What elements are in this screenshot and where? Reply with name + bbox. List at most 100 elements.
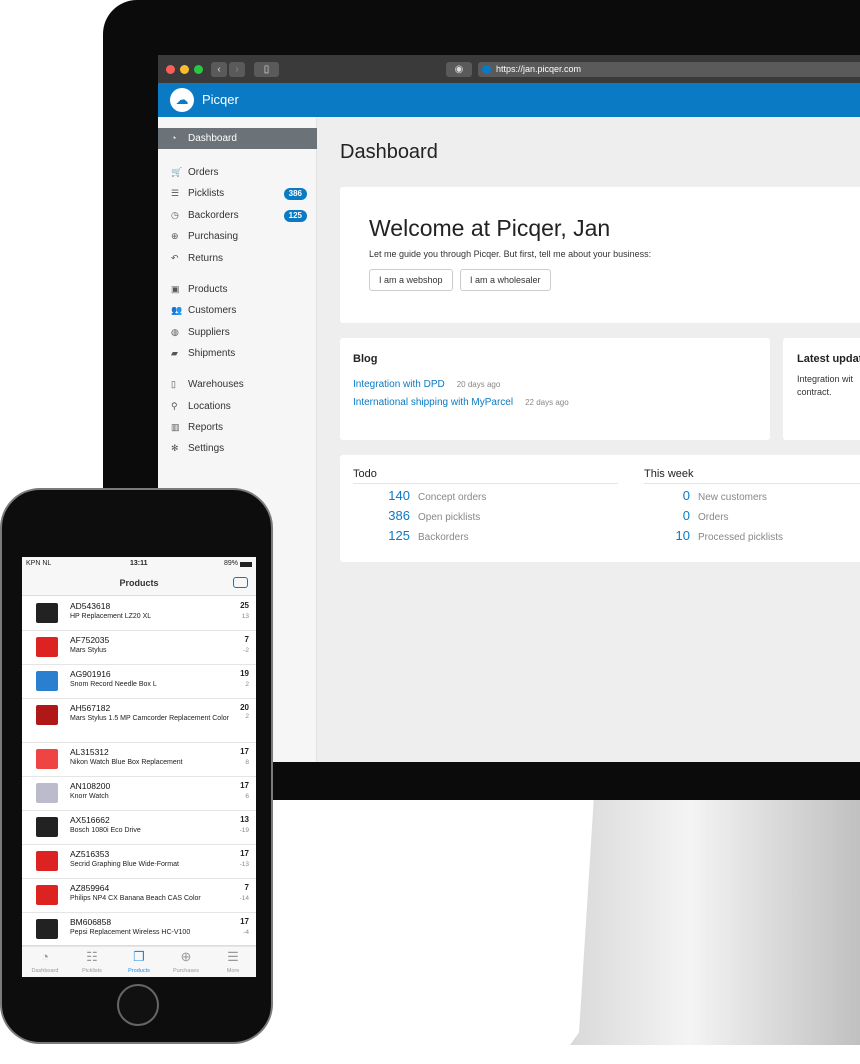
- product-free-stock: -2: [243, 647, 249, 654]
- webshop-button[interactable]: I am a webshop: [369, 269, 453, 291]
- sidebar-item-reports[interactable]: ▥ Reports: [158, 417, 317, 438]
- image-icon: ▣: [171, 284, 180, 294]
- latest-updates-card: Latest updat Integration wit contract.: [783, 338, 860, 440]
- sidebar-item-backorders[interactable]: ◷ Backorders 125: [158, 205, 317, 226]
- picqer-logo-icon[interactable]: ☁: [170, 88, 194, 112]
- sidebar-item-orders[interactable]: 🛒 Orders: [158, 162, 317, 183]
- battery-icon: [240, 562, 252, 567]
- tab-label: More: [226, 968, 240, 974]
- tab-dashboard[interactable]: ◔ Dashboard: [22, 946, 68, 974]
- count-badge: 125: [283, 210, 307, 222]
- sidebar-item-dashboard[interactable]: ◔ Dashboard: [158, 128, 317, 149]
- clock: 13:11: [130, 560, 148, 567]
- product-thumbnail: [36, 603, 58, 623]
- product-stock: 17: [240, 747, 249, 756]
- sidebar-item-label: Warehouses: [188, 379, 244, 390]
- blog-post: Integration with DPD 20 days ago: [353, 374, 500, 392]
- product-row[interactable]: AZ859964 Philips NP4 CX Banana Beach CAS …: [22, 879, 256, 913]
- blog-title: Blog: [353, 353, 378, 365]
- product-stock: 17: [240, 781, 249, 790]
- product-stock: 7: [244, 883, 249, 892]
- tab-purchases[interactable]: ⊕ Purchases: [163, 946, 209, 974]
- product-row[interactable]: AZ516353 Secrid Graphing Blue Wide-Format…: [22, 845, 256, 879]
- product-free-stock: 2: [245, 713, 249, 720]
- blog-post-age: 20 days ago: [456, 380, 501, 389]
- sidebar-item-picklists[interactable]: ☰ Picklists 386: [158, 183, 317, 204]
- product-thumbnail: [36, 705, 58, 725]
- phone-screen: KPN NL 13:11 89% Products ◔ Dashboard ☷ Pic…: [22, 557, 256, 977]
- sidebar-item-returns[interactable]: ↶ Returns: [158, 248, 317, 269]
- product-row[interactable]: AF752035 Mars Stylus 7 -2: [22, 631, 256, 665]
- stat-item[interactable]: 0 New customers: [630, 488, 860, 508]
- stat-item[interactable]: 10 Processed picklists: [630, 528, 860, 548]
- password-icon[interactable]: ◉: [446, 62, 472, 77]
- product-name: Philips NP4 CX Banana Beach CAS Color: [70, 895, 201, 902]
- sidebar-item-label: Backorders: [188, 210, 239, 221]
- phone: KPN NL 13:11 89% Products ◔ Dashboard ☷ Pic…: [0, 488, 273, 1044]
- stat-item[interactable]: 125 Backorders: [350, 528, 600, 548]
- product-row[interactable]: AD543618 HP Replacement LZ20 XL 25 13: [22, 597, 256, 631]
- welcome-card: Welcome at Picqer, Jan Let me guide you …: [340, 187, 860, 323]
- forward-button[interactable]: ›: [229, 62, 245, 77]
- tab-label: Products: [128, 968, 150, 974]
- sidebar-item-products[interactable]: ▣ Products: [158, 279, 317, 300]
- sidebar-item-settings[interactable]: ✻ Settings: [158, 438, 317, 459]
- tab-products[interactable]: ❐ Products: [116, 946, 162, 974]
- product-sku: AH567182: [70, 703, 111, 713]
- product-name: Secrid Graphing Blue Wide-Format: [70, 861, 179, 868]
- product-thumbnail: [36, 783, 58, 803]
- stat-label: Processed picklists: [698, 532, 784, 543]
- product-row[interactable]: AH567182 Mars Stylus 1.5 MP Camcorder Rep…: [22, 699, 256, 743]
- stat-item[interactable]: 386 Open picklists: [350, 508, 600, 528]
- sidebar-item-warehouses[interactable]: ▯ Warehouses: [158, 374, 317, 395]
- wholesaler-button[interactable]: I am a wholesaler: [460, 269, 551, 291]
- product-row[interactable]: BM606858 Pepsi Replacement Wireless HC-V1…: [22, 913, 256, 947]
- blog-post-age: 22 days ago: [525, 398, 569, 407]
- sidebar-item-label: Purchasing: [188, 231, 239, 242]
- sidebar-item-suppliers[interactable]: ◍ Suppliers: [158, 322, 317, 343]
- sidebar-item-shipments[interactable]: ▰ Shipments: [158, 343, 317, 364]
- tab-label: Dashboard: [31, 968, 59, 974]
- sidebar-item-purchasing[interactable]: ⊕ Purchasing: [158, 226, 317, 247]
- close-button[interactable]: [166, 65, 175, 74]
- stat-item[interactable]: 0 Orders: [630, 508, 860, 528]
- welcome-title: Welcome at Picqer, Jan: [369, 215, 611, 241]
- product-sku: AD543618: [70, 601, 111, 611]
- building-icon: ▯: [171, 379, 176, 389]
- picklists-icon: ☷: [86, 949, 98, 964]
- dashboard-icon: ◔: [41, 949, 49, 964]
- url-text: https://jan.picqer.com: [496, 64, 582, 74]
- purchases-icon: ⊕: [180, 949, 192, 964]
- sidebar-item-customers[interactable]: 👥 Customers: [158, 300, 317, 321]
- blog-post-link[interactable]: International shipping with MyParcel: [353, 397, 513, 408]
- sidebar-item-locations[interactable]: ⚲ Locations: [158, 396, 317, 417]
- page-title: Dashboard: [340, 141, 438, 163]
- stat-item[interactable]: 140 Concept orders: [350, 488, 600, 508]
- tab-more[interactable]: ☰ More: [210, 946, 256, 974]
- product-sku: AZ859964: [70, 883, 110, 893]
- product-row[interactable]: AG901916 Snom Record Needle Box L 19 2: [22, 665, 256, 699]
- sidebar-toggle-icon[interactable]: ▯: [254, 62, 279, 77]
- product-thumbnail: [36, 749, 58, 769]
- home-button[interactable]: [117, 984, 159, 1026]
- sidebar-item-label: Locations: [188, 401, 231, 412]
- back-button[interactable]: ‹: [211, 62, 227, 77]
- maximize-button[interactable]: [194, 65, 203, 74]
- tab-picklists[interactable]: ☷ Picklists: [69, 946, 115, 974]
- minimize-button[interactable]: [180, 65, 189, 74]
- camera-icon[interactable]: [233, 577, 248, 588]
- product-row[interactable]: AL315312 Nikon Watch Blue Box Replacement…: [22, 743, 256, 777]
- stat-label: New customers: [698, 492, 767, 503]
- battery-level: 89%: [223, 560, 238, 567]
- product-sku: AF752035: [70, 635, 110, 645]
- product-name: Mars Stylus 1.5 MP Camcorder Replacement…: [70, 715, 229, 722]
- product-free-stock: -14: [239, 895, 249, 902]
- product-sku: AX516662: [70, 815, 110, 825]
- blog-post-link[interactable]: Integration with DPD: [353, 379, 445, 390]
- todo-title: Todo: [353, 468, 618, 484]
- screen-title: Products: [119, 578, 159, 588]
- product-row[interactable]: AX516662 Bosch 1080i Eco Drive 13 -19: [22, 811, 256, 845]
- product-row[interactable]: AN108200 Knorr Watch 17 6: [22, 777, 256, 811]
- address-bar[interactable]: https://jan.picqer.com: [478, 62, 860, 77]
- sidebar-item-label: Picklists: [188, 188, 225, 199]
